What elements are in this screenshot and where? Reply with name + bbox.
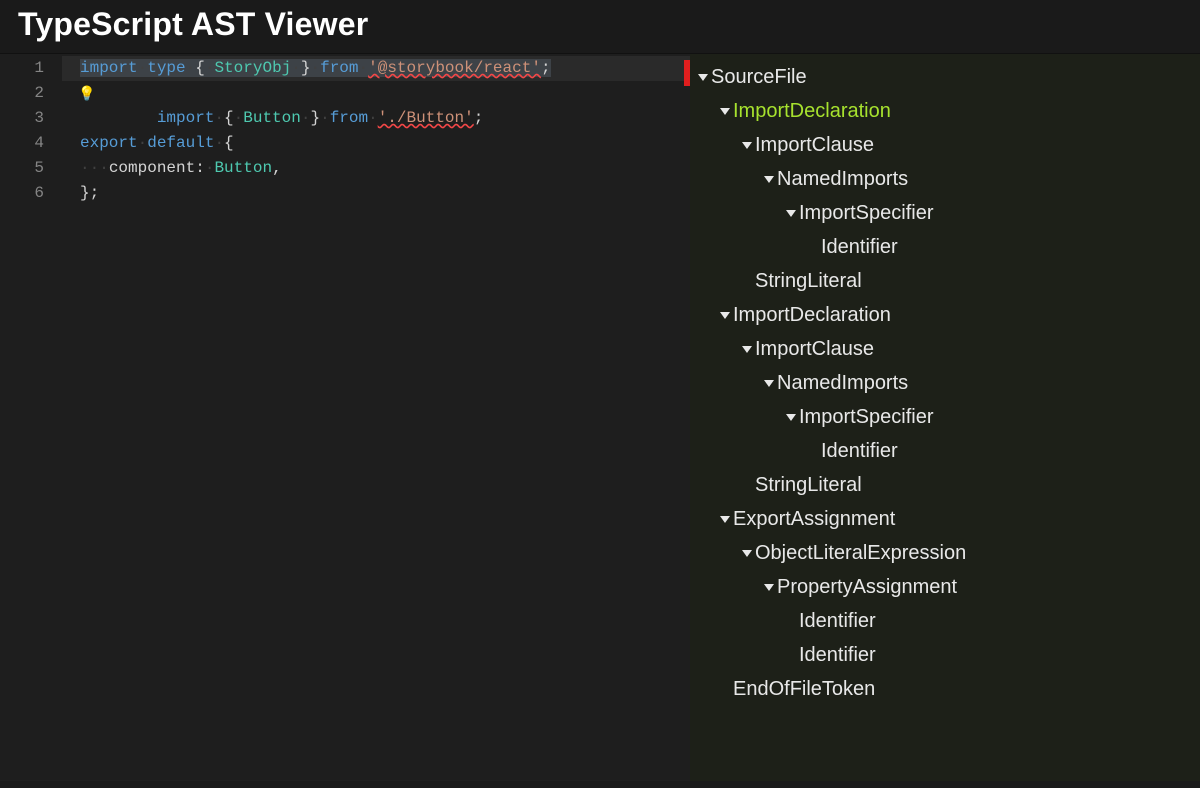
chevron-down-icon[interactable] (742, 550, 752, 557)
ast-node-label: Identifier (821, 230, 898, 264)
code-line[interactable]: import·type·{·StoryObj·}·from·'@storyboo… (62, 56, 690, 81)
ast-tree-node[interactable]: ImportClause (690, 128, 1200, 162)
chevron-down-icon[interactable] (720, 516, 730, 523)
line-number: 1 (0, 56, 44, 81)
ast-tree-node[interactable]: Identifier (690, 230, 1200, 264)
line-number: 5 (0, 156, 44, 181)
ast-node-label: ImportSpecifier (799, 196, 934, 230)
ast-tree-node[interactable]: ImportSpecifier (690, 400, 1200, 434)
code-content[interactable]: import·type·{·StoryObj·}·from·'@storyboo… (62, 54, 690, 781)
ast-node-label: ObjectLiteralExpression (755, 536, 966, 570)
chevron-down-icon[interactable] (698, 74, 708, 81)
ast-tree-node[interactable]: ObjectLiteralExpression (690, 536, 1200, 570)
ast-tree-node[interactable]: ImportDeclaration (690, 298, 1200, 332)
ast-node-label: NamedImports (777, 366, 908, 400)
ast-node-label: ImportClause (755, 128, 874, 162)
header: TypeScript AST Viewer (0, 0, 1200, 53)
code-line[interactable]: export·default·{ (62, 131, 690, 156)
ast-node-label: ImportDeclaration (733, 94, 891, 128)
ast-node-label: NamedImports (777, 162, 908, 196)
code-editor[interactable]: 1 2 3 4 5 6 import·type·{·StoryObj·}·fro… (0, 54, 690, 781)
ast-tree-node[interactable]: ExportAssignment (690, 502, 1200, 536)
ast-tree-node[interactable]: SourceFile (690, 60, 1200, 94)
tree-selection-marker (684, 60, 690, 86)
ast-node-label: ExportAssignment (733, 502, 895, 536)
line-number: 2 (0, 81, 44, 106)
chevron-down-icon[interactable] (764, 584, 774, 591)
line-number: 6 (0, 181, 44, 206)
ast-tree-pane[interactable]: SourceFileImportDeclarationImportClauseN… (690, 54, 1200, 781)
line-number: 4 (0, 131, 44, 156)
ast-tree-node[interactable]: PropertyAssignment (690, 570, 1200, 604)
chevron-down-icon[interactable] (786, 414, 796, 421)
chevron-down-icon[interactable] (720, 312, 730, 319)
chevron-down-icon[interactable] (742, 346, 752, 353)
ast-tree-node[interactable]: StringLiteral (690, 264, 1200, 298)
ast-node-label: Identifier (821, 434, 898, 468)
ast-tree-node[interactable]: StringLiteral (690, 468, 1200, 502)
chevron-down-icon[interactable] (764, 176, 774, 183)
ast-tree-node[interactable]: Identifier (690, 604, 1200, 638)
ast-tree-node[interactable]: EndOfFileToken (690, 672, 1200, 706)
ast-node-label: StringLiteral (755, 468, 862, 502)
ast-tree-node[interactable]: NamedImports (690, 162, 1200, 196)
ast-tree-node[interactable]: ImportDeclaration (690, 94, 1200, 128)
ast-node-label: ImportDeclaration (733, 298, 891, 332)
chevron-down-icon[interactable] (786, 210, 796, 217)
code-line[interactable]: 💡import·{·Button·}·from·'./Button'; (62, 81, 690, 106)
lightbulb-icon[interactable]: 💡 (78, 83, 95, 108)
ast-node-label: ImportSpecifier (799, 400, 934, 434)
chevron-down-icon[interactable] (742, 142, 752, 149)
ast-node-label: EndOfFileToken (733, 672, 875, 706)
page-title: TypeScript AST Viewer (18, 6, 1182, 43)
ast-tree-node[interactable]: Identifier (690, 638, 1200, 672)
main: 1 2 3 4 5 6 import·type·{·StoryObj·}·fro… (0, 53, 1200, 781)
ast-node-label: StringLiteral (755, 264, 862, 298)
ast-node-label: Identifier (799, 604, 876, 638)
code-line[interactable]: }; (62, 181, 690, 206)
ast-node-label: ImportClause (755, 332, 874, 366)
line-number: 3 (0, 106, 44, 131)
ast-node-label: PropertyAssignment (777, 570, 957, 604)
ast-tree-node[interactable]: ImportClause (690, 332, 1200, 366)
code-line[interactable]: ···component:·Button, (62, 156, 690, 181)
ast-tree-node[interactable]: Identifier (690, 434, 1200, 468)
chevron-down-icon[interactable] (720, 108, 730, 115)
ast-tree-node[interactable]: NamedImports (690, 366, 1200, 400)
ast-node-label: SourceFile (711, 60, 807, 94)
ast-tree-node[interactable]: ImportSpecifier (690, 196, 1200, 230)
chevron-down-icon[interactable] (764, 380, 774, 387)
code-line[interactable] (62, 106, 690, 131)
ast-node-label: Identifier (799, 638, 876, 672)
line-number-gutter: 1 2 3 4 5 6 (0, 54, 62, 781)
